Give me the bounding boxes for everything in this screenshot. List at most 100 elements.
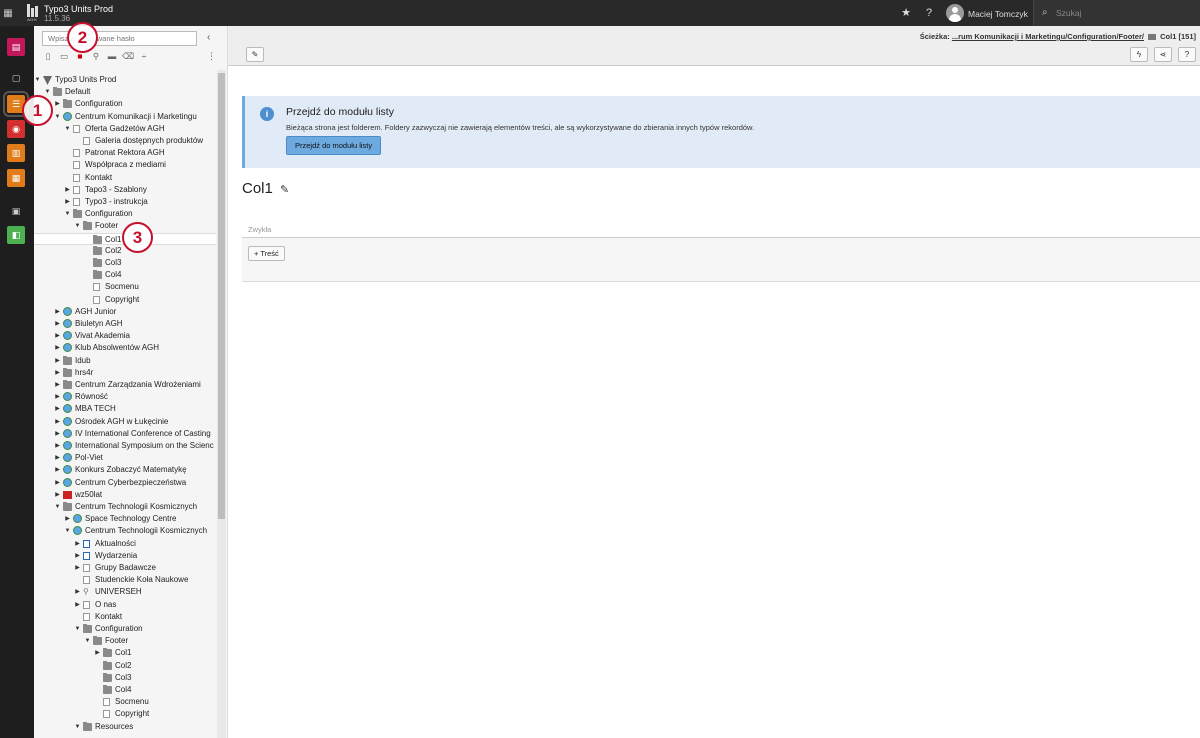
tree-node[interactable]: ▶ Grupy Badawcze	[34, 562, 216, 574]
tree-node[interactable]: Socmenu	[34, 281, 216, 293]
tree-node-label[interactable]: Galeria dostępnych produktów	[95, 135, 203, 147]
tree-node[interactable]: ▶ Aktualności	[34, 538, 216, 550]
module-menu-toggle-icon[interactable]: ▦	[0, 0, 16, 26]
tree-node[interactable]: Col3	[34, 672, 216, 684]
share-button[interactable]: ⋖	[1154, 47, 1172, 62]
expand-node-icon[interactable]: ▶	[54, 391, 61, 403]
tree-node-label[interactable]: Vivat Akademia	[75, 330, 130, 342]
tree-node[interactable]: Col4	[34, 269, 216, 281]
tree-node-label[interactable]: Socmenu	[105, 281, 139, 293]
tree-node[interactable]: ▶ wz50lat	[34, 489, 216, 501]
avatar[interactable]	[946, 4, 964, 22]
clear-cache-button[interactable]: ϟ	[1130, 47, 1148, 62]
tree-node[interactable]: ▼ Centrum Komunikacji i Marketingu	[34, 111, 216, 123]
tree-node-label[interactable]: Col3	[115, 672, 131, 684]
pencil-icon[interactable]: ✎	[280, 183, 289, 196]
tree-node-label[interactable]: Aktualności	[95, 538, 136, 550]
tree-node-label[interactable]: Configuration	[95, 623, 143, 635]
tree-node-label[interactable]: Centrum Technologii Kosmicznych	[75, 501, 197, 513]
collapse-node-icon[interactable]: ▼	[74, 721, 81, 733]
tree-node[interactable]: ▼ Oferta Gadżetów AGH	[34, 123, 216, 135]
tree-node-label[interactable]: Col2	[105, 245, 121, 257]
tree-node[interactable]: ▶ International Symposium on the Scienc	[34, 440, 216, 452]
tree-node[interactable]: ▼ Typo3 Units Prod	[34, 74, 216, 86]
tree-node-label[interactable]: Klub Absolwentów AGH	[75, 342, 159, 354]
tree-node-label[interactable]: Patronat Rektora AGH	[85, 147, 165, 159]
tree-node[interactable]: ▶ hrs4r	[34, 367, 216, 379]
collapse-tree-icon[interactable]: ‹	[207, 32, 210, 43]
help-button[interactable]: ?	[1178, 47, 1196, 62]
tree-node[interactable]: Copyright	[34, 708, 216, 720]
tree-node-label[interactable]: Kontakt	[95, 611, 122, 623]
tree-node-label[interactable]: Studenckie Koła Naukowe	[95, 574, 188, 586]
tree-node[interactable]: ▶ Vivat Akademia	[34, 330, 216, 342]
expand-node-icon[interactable]: ▶	[54, 428, 61, 440]
tree-node[interactable]: ▶ Typo3 - instrukcja	[34, 196, 216, 208]
expand-node-icon[interactable]: ▶	[54, 355, 61, 367]
tree-node-label[interactable]: Col4	[105, 269, 121, 281]
tree-node-label[interactable]: Footer	[95, 220, 118, 232]
edit-page-properties-button[interactable]: ✎	[246, 47, 264, 62]
go-to-list-module-button[interactable]: Przejdź do modułu listy	[286, 136, 382, 155]
tree-node-label[interactable]: Równość	[75, 391, 108, 403]
tree-node[interactable]: Patronat Rektora AGH	[34, 147, 216, 159]
expand-node-icon[interactable]: ▶	[64, 513, 71, 525]
info-module-icon[interactable]: ▥	[7, 144, 25, 162]
tree-node-label[interactable]: MBA TECH	[75, 403, 116, 415]
collapse-node-icon[interactable]: ▼	[74, 220, 81, 232]
tree-node-label[interactable]: Configuration	[75, 98, 123, 110]
tree-node[interactable]: ▶ Col1	[34, 647, 216, 659]
tree-node-label[interactable]: Ośrodek AGH w Łukęcinie	[75, 416, 168, 428]
expand-node-icon[interactable]: ▶	[54, 416, 61, 428]
collapse-node-icon[interactable]: ▼	[74, 623, 81, 635]
tree-node[interactable]: ▶ O nas	[34, 599, 216, 611]
tree-node[interactable]: ▶ Configuration	[34, 98, 216, 110]
tree-node-label[interactable]: Grupy Badawcze	[95, 562, 156, 574]
help-icon[interactable]: ?	[923, 7, 935, 19]
tree-node[interactable]: ▼ Default	[34, 86, 216, 98]
new-folder-icon[interactable]: ▬	[106, 50, 118, 62]
expand-node-icon[interactable]: ▶	[54, 452, 61, 464]
tree-node-label[interactable]: wz50lat	[75, 489, 102, 501]
tree-node-label[interactable]: Typo3 - instrukcja	[85, 196, 148, 208]
web-layout-module-icon[interactable]: ▤	[7, 38, 25, 56]
new-page-icon[interactable]: ▯	[42, 50, 54, 62]
tree-node-label[interactable]: Col2	[115, 660, 131, 672]
new-shortcut-icon[interactable]: ▭	[58, 50, 70, 62]
tree-node[interactable]: ▶ Idub	[34, 355, 216, 367]
expand-node-icon[interactable]: ▶	[64, 196, 71, 208]
add-content-button[interactable]: + Treść	[248, 246, 285, 261]
tree-node[interactable]: Kontakt	[34, 611, 216, 623]
tree-node-label[interactable]: Centrum Cyberbezpieczeństwa	[75, 477, 186, 489]
tree-node-label[interactable]: Wydarzenia	[95, 550, 137, 562]
tree-node[interactable]: ▶ AGH Junior	[34, 306, 216, 318]
tree-node-label[interactable]: hrs4r	[75, 367, 93, 379]
tree-node-label[interactable]: Współpraca z mediami	[85, 159, 166, 171]
tree-node[interactable]: ▶ ⚲ UNIVERSEH	[34, 586, 216, 598]
tree-node-label[interactable]: Resources	[95, 721, 133, 733]
tree-node-label[interactable]: Tapo3 - Szablony	[85, 184, 147, 196]
expand-node-icon[interactable]: ▶	[54, 98, 61, 110]
tree-node-label[interactable]: UNIVERSEH	[95, 586, 142, 598]
tree-node[interactable]: ▶ IV International Conference of Casting	[34, 428, 216, 440]
tree-node-label[interactable]: International Symposium on the Scienc	[75, 440, 214, 452]
tree-node-label[interactable]: Space Technology Centre	[85, 513, 176, 525]
tree-node[interactable]: Socmenu	[34, 696, 216, 708]
tree-node-label[interactable]: Centrum Zarządzania Wdrożeniami	[75, 379, 201, 391]
tree-node-label[interactable]: IV International Conference of Casting	[75, 428, 211, 440]
tree-node-label[interactable]: Centrum Technologii Kosmicznych	[85, 525, 207, 537]
breadcrumb-path-link[interactable]: ...rum Komunikacji i Marketingu/Configur…	[952, 32, 1144, 41]
tree-node-label[interactable]: Socmenu	[115, 696, 149, 708]
tree-node[interactable]: Col3	[34, 257, 216, 269]
tree-node[interactable]: ▶ Klub Absolwentów AGH	[34, 342, 216, 354]
expand-node-icon[interactable]: ▶	[54, 367, 61, 379]
tree-node-label[interactable]: Footer	[105, 635, 128, 647]
expand-node-icon[interactable]: ▶	[74, 562, 81, 574]
tree-node-label[interactable]: Centrum Komunikacji i Marketingu	[75, 111, 197, 123]
calendar-module-icon[interactable]: ▦	[7, 169, 25, 187]
expand-node-icon[interactable]: ▶	[74, 550, 81, 562]
tree-node[interactable]: ▶ Konkurs Zobaczyć Matematykę	[34, 464, 216, 476]
tree-filter-input[interactable]	[42, 31, 197, 46]
tree-node[interactable]: ▶ Biuletyn AGH	[34, 318, 216, 330]
expand-node-icon[interactable]: ▶	[74, 599, 81, 611]
